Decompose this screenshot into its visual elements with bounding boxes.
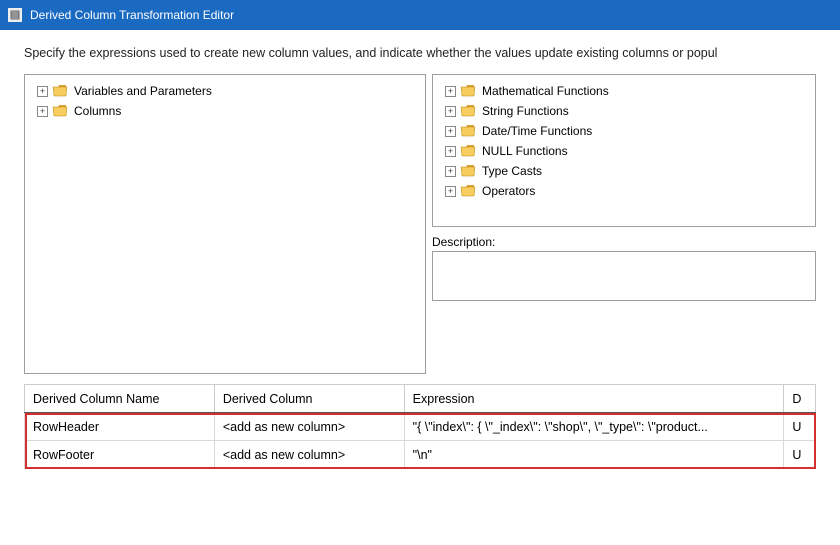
cell-d[interactable]: U — [784, 441, 816, 469]
right-tree-pane: + Mathematical Functions + String Functi… — [432, 74, 816, 227]
column-header-derived[interactable]: Derived Column — [214, 385, 404, 413]
editor-subtitle: Specify the expressions used to create n… — [0, 30, 840, 74]
cell-expression[interactable]: "{ \"index\": { \"_index\": \"shop\", \"… — [404, 413, 784, 441]
folder-icon — [460, 184, 476, 198]
tree-item-datetime[interactable]: + Date/Time Functions — [441, 121, 807, 141]
column-header-name[interactable]: Derived Column Name — [25, 385, 215, 413]
expander-icon[interactable]: + — [445, 86, 456, 97]
tree-item-string[interactable]: + String Functions — [441, 101, 807, 121]
cell-d[interactable]: U — [784, 413, 816, 441]
tree-item-label: Variables and Parameters — [72, 84, 212, 98]
expander-icon[interactable]: + — [37, 106, 48, 117]
derived-columns-grid: Derived Column Name Derived Column Expre… — [0, 384, 840, 469]
tree-item-columns[interactable]: + Columns — [33, 101, 417, 121]
expander-icon[interactable]: + — [445, 146, 456, 157]
tree-item-label: Columns — [72, 104, 121, 118]
cell-expression[interactable]: "\n" — [404, 441, 784, 469]
tree-item-variables[interactable]: + Variables and Parameters — [33, 81, 417, 101]
folder-icon — [52, 104, 68, 118]
tree-item-operators[interactable]: + Operators — [441, 181, 807, 201]
cell-name[interactable]: RowFooter — [25, 441, 215, 469]
folder-icon — [460, 124, 476, 138]
cell-name[interactable]: RowHeader — [25, 413, 215, 441]
tree-item-label: Mathematical Functions — [480, 84, 609, 98]
tree-item-label: Type Casts — [480, 164, 542, 178]
cell-derived[interactable]: <add as new column> — [214, 413, 404, 441]
tree-item-null[interactable]: + NULL Functions — [441, 141, 807, 161]
description-box[interactable] — [432, 251, 816, 301]
folder-icon — [460, 84, 476, 98]
expander-icon[interactable]: + — [445, 126, 456, 137]
cell-derived[interactable]: <add as new column> — [214, 441, 404, 469]
folder-icon — [460, 104, 476, 118]
titlebar: Derived Column Transformation Editor — [0, 0, 840, 30]
left-tree-pane: + Variables and Parameters + Columns — [24, 74, 426, 374]
tree-item-label: String Functions — [480, 104, 569, 118]
tree-item-label: Operators — [480, 184, 535, 198]
tree-item-typecasts[interactable]: + Type Casts — [441, 161, 807, 181]
tree-item-math[interactable]: + Mathematical Functions — [441, 81, 807, 101]
folder-icon — [460, 144, 476, 158]
expander-icon[interactable]: + — [37, 86, 48, 97]
tree-item-label: Date/Time Functions — [480, 124, 592, 138]
expander-icon[interactable]: + — [445, 166, 456, 177]
expander-icon[interactable]: + — [445, 186, 456, 197]
expander-icon[interactable]: + — [445, 106, 456, 117]
window-title: Derived Column Transformation Editor — [30, 8, 234, 22]
folder-icon — [52, 84, 68, 98]
editor-icon — [8, 8, 22, 22]
description-label: Description: — [432, 235, 495, 249]
column-header-d[interactable]: D — [784, 385, 816, 413]
folder-icon — [460, 164, 476, 178]
grid-row[interactable]: RowFooter <add as new column> "\n" U — [25, 441, 816, 469]
grid-row[interactable]: RowHeader <add as new column> "{ \"index… — [25, 413, 816, 441]
tree-item-label: NULL Functions — [480, 144, 568, 158]
column-header-expression[interactable]: Expression — [404, 385, 784, 413]
